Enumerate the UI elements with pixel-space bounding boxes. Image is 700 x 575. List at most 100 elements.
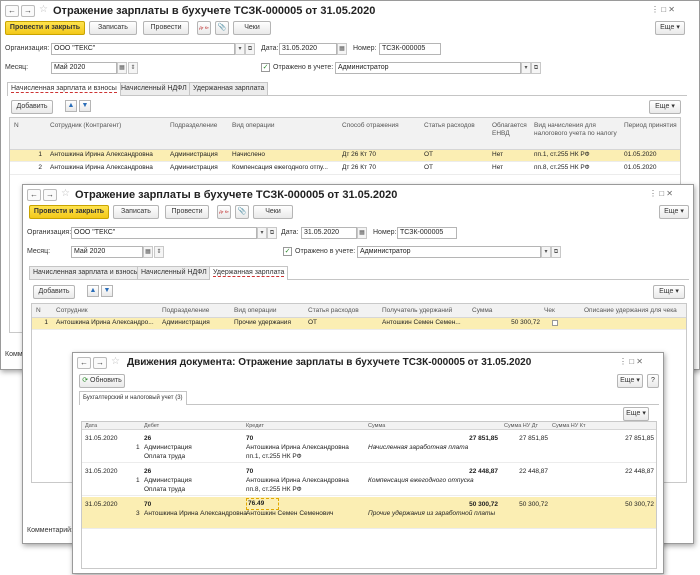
calendar-icon[interactable]: ▦ (117, 62, 127, 74)
stepper-icon[interactable]: ⇕ (128, 62, 138, 74)
more-button[interactable]: Еще ▾ (659, 205, 689, 219)
month-label: Месяц: (27, 248, 51, 255)
checks-button[interactable]: Чеки (233, 21, 271, 35)
back-icon[interactable]: ← (5, 5, 19, 17)
more-button[interactable]: Еще ▾ (649, 100, 681, 114)
reflected-field[interactable]: Администратор (335, 62, 521, 74)
open-icon[interactable]: ⧉ (267, 227, 277, 239)
move-up-icon[interactable]: ▲ (65, 100, 77, 112)
window-controls[interactable]: ⋮ □ ✕ (649, 189, 673, 198)
attachment-icon[interactable]: 📎 (235, 205, 249, 219)
help-button[interactable]: ? (647, 374, 659, 388)
star-icon[interactable]: ☆ (39, 4, 48, 15)
add-button[interactable]: Добавить (11, 100, 53, 114)
month-field[interactable]: Май 2020 (71, 246, 143, 258)
col-sum-nu-dt: Сумма НУ Дт (504, 423, 539, 429)
more-button[interactable]: Еще ▾ (653, 285, 685, 299)
reflected-checkbox[interactable]: ✓ (261, 63, 270, 72)
date-field[interactable]: 31.05.2020 (279, 43, 337, 55)
tab-accrued-salary[interactable]: Начисленная зарплата и взносы (7, 82, 121, 96)
col-expense: Статья расходов (424, 122, 475, 129)
tab-accounting[interactable]: Бухгалтерский и налоговый учет (3) (79, 391, 187, 405)
date-label: Дата: (261, 45, 279, 52)
tab-withheld-salary[interactable]: Удержанная зарплата (189, 82, 269, 95)
calendar-icon[interactable]: ▦ (357, 227, 367, 239)
col-expense: Статья расходов (308, 307, 359, 314)
dropdown-icon[interactable]: ▾ (257, 227, 267, 239)
move-down-icon[interactable]: ▼ (79, 100, 91, 112)
calendar-icon[interactable]: ▦ (337, 43, 347, 55)
refresh-button[interactable]: ⟳ Обновить (79, 374, 125, 388)
org-field[interactable]: ООО "ТЕКС" (71, 227, 257, 239)
refresh-label: Обновить (90, 377, 122, 384)
cell-operation: Прочие удержания (234, 319, 291, 326)
number-field[interactable]: ТСЗК-000005 (379, 43, 441, 55)
post-and-close-button[interactable]: Провести и закрыть (29, 205, 109, 219)
reflected-label: Отражено в учете: (273, 64, 334, 71)
dt-kt-icon[interactable]: Дт Кт (197, 21, 211, 35)
window-controls[interactable]: ⋮ □ ✕ (619, 357, 643, 366)
window-controls[interactable]: ⋮ □ ✕ (651, 5, 675, 14)
tab-ndfl[interactable]: Начисленный НДФЛ (117, 82, 191, 95)
open-icon[interactable]: ⧉ (531, 62, 541, 74)
cell-employee: Антошкина Ирина Александровна (50, 151, 153, 158)
cell-operation: Компенсация ежегодного отпу... (232, 164, 328, 171)
reflected-checkbox[interactable]: ✓ (283, 247, 292, 256)
entry-row[interactable]: 31.05.2020 26 70 22 448,87 22 448,87 22 … (82, 464, 656, 496)
org-label: Организация: (27, 229, 72, 236)
back-icon[interactable]: ← (77, 357, 91, 369)
more-button[interactable]: Еще ▾ (655, 21, 685, 35)
post-button[interactable]: Провести (165, 205, 209, 219)
star-icon[interactable]: ☆ (111, 356, 120, 367)
forward-icon[interactable]: → (93, 357, 107, 369)
col-description: Описание удержания для чека (584, 307, 677, 314)
more-button[interactable]: Еще ▾ (617, 374, 643, 388)
tab-ndfl[interactable]: Начисленный НДФЛ (137, 266, 211, 279)
save-button[interactable]: Записать (113, 205, 159, 219)
table-row[interactable]: 1 Антошкина Ирина Александро... Админист… (32, 318, 686, 330)
add-button[interactable]: Добавить (33, 285, 75, 299)
star-icon[interactable]: ☆ (61, 188, 70, 199)
calendar-icon[interactable]: ▦ (143, 246, 153, 258)
forward-icon[interactable]: → (21, 5, 35, 17)
col-date: Дата (85, 423, 98, 429)
col-tax-type: Вид начисления для налогового учета по н… (534, 122, 617, 137)
cell-expense: ОТ (424, 164, 434, 171)
col-debit: Дебет (144, 423, 160, 429)
stepper-icon[interactable]: ⇕ (154, 246, 164, 258)
number-field[interactable]: ТСЗК-000005 (397, 227, 457, 239)
col-n: N (14, 122, 19, 129)
dt-kt-icon[interactable]: Дт Кт (217, 205, 231, 219)
entry-row[interactable]: 31.05.2020 26 70 27 851,85 27 851,85 27 … (82, 431, 656, 463)
back-icon[interactable]: ← (27, 189, 41, 201)
org-field[interactable]: ООО "ТЕКС" (51, 43, 235, 55)
table-header: N Сотрудник (Контрагент) Подразделение В… (10, 118, 680, 150)
check-checkbox[interactable] (552, 320, 558, 326)
table-row[interactable]: 1 Антошкина Ирина Александровна Админист… (10, 150, 680, 162)
tab-accrued-salary[interactable]: Начисленная зарплата и взносы (29, 266, 143, 279)
open-icon[interactable]: ⧉ (245, 43, 255, 55)
more-button[interactable]: Еще ▾ (623, 407, 649, 421)
cell-date: 31.05.2020 (85, 468, 118, 475)
cell-sum-nu-kt: 50 300,72 (625, 501, 654, 508)
entry-row[interactable]: 31.05.2020 70 76.49 50 300,72 50 300,72 … (82, 497, 656, 529)
attachment-icon[interactable]: 📎 (215, 21, 229, 35)
checks-button[interactable]: Чеки (253, 205, 293, 219)
forward-icon[interactable]: → (43, 189, 57, 201)
dropdown-icon[interactable]: ▾ (521, 62, 531, 74)
open-icon[interactable]: ⧉ (551, 246, 561, 258)
dropdown-icon[interactable]: ▾ (541, 246, 551, 258)
dropdown-icon[interactable]: ▾ (235, 43, 245, 55)
date-field[interactable]: 31.05.2020 (301, 227, 357, 239)
tab-divider (29, 279, 689, 280)
reflected-field[interactable]: Администратор (357, 246, 541, 258)
month-field[interactable]: Май 2020 (51, 62, 117, 74)
move-up-icon[interactable]: ▲ (87, 285, 99, 297)
post-button[interactable]: Провести (143, 21, 189, 35)
move-down-icon[interactable]: ▼ (101, 285, 113, 297)
table-row[interactable]: 2 Антошкина Ирина Александровна Админист… (10, 163, 680, 175)
post-and-close-button[interactable]: Провести и закрыть (5, 21, 85, 35)
cell-tax-type: пп.1, ст.255 НК РФ (534, 151, 590, 158)
tab-withheld-salary[interactable]: Удержанная зарплата (209, 266, 289, 280)
save-button[interactable]: Записать (89, 21, 137, 35)
